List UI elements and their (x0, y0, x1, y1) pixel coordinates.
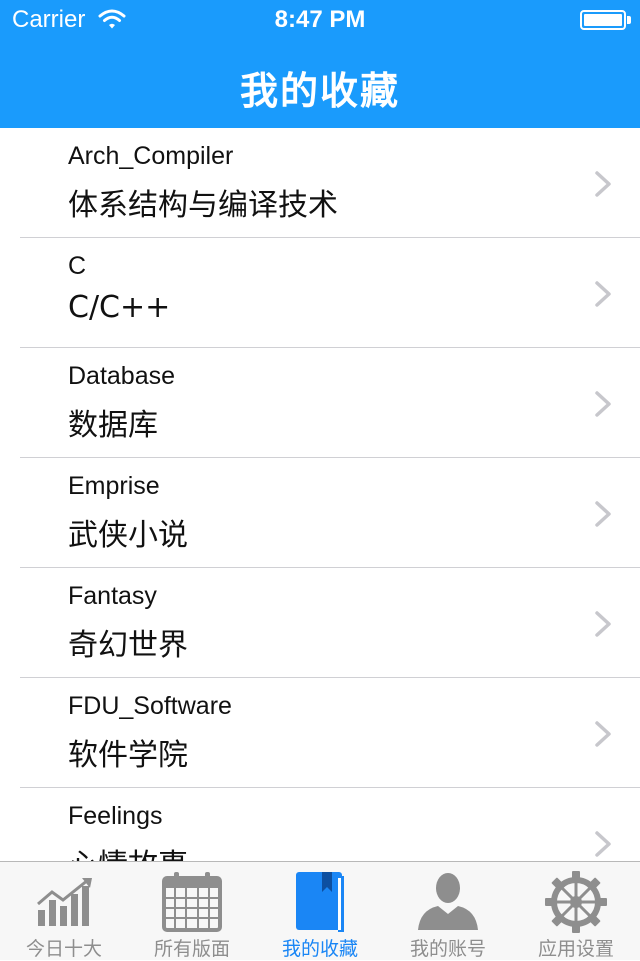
tab-bar: 今日十大 所有版面 我的收藏 我的账号 应用设置 (0, 861, 640, 960)
chevron-right-icon (595, 831, 611, 857)
board-chinese-name: 软件学院 (68, 738, 188, 773)
board-english-name: Feelings (68, 802, 163, 830)
tab-label: 应用设置 (537, 938, 614, 960)
header: Carrier 8:47 PM 我的收藏 (0, 0, 640, 128)
status-bar: Carrier 8:47 PM (0, 0, 640, 40)
tab-all-boards[interactable]: 所有版面 (128, 862, 256, 961)
list-item[interactable]: Emprise 武侠小说 (0, 458, 640, 568)
tab-my-favorites[interactable]: 我的收藏 (256, 862, 384, 961)
chevron-right-icon (595, 281, 611, 307)
board-english-name: Arch_Compiler (68, 142, 234, 170)
board-english-name: FDU_Software (68, 692, 232, 720)
book-icon (296, 872, 344, 932)
chart-icon (37, 878, 92, 926)
tab-label: 我的收藏 (281, 938, 358, 960)
tab-app-settings[interactable]: 应用设置 (512, 862, 640, 961)
chevron-right-icon (595, 171, 611, 197)
board-english-name: C (68, 252, 87, 280)
tab-top-ten[interactable]: 今日十大 (0, 862, 128, 961)
page-title: 我的收藏 (239, 69, 400, 113)
favorites-list[interactable]: Arch_Compiler 体系结构与编译技术 C C/C++ Database… (0, 128, 640, 861)
list-item[interactable]: Database 数据库 (0, 348, 640, 458)
board-english-name: Database (68, 362, 176, 390)
board-chinese-name: 奇幻世界 (68, 628, 188, 663)
person-icon (418, 873, 478, 930)
calendar-icon (162, 872, 222, 932)
chevron-right-icon (595, 721, 611, 747)
board-english-name: Fantasy (68, 582, 157, 610)
battery-tip (627, 16, 631, 24)
board-chinese-name: 武侠小说 (68, 518, 188, 553)
tab-label: 所有版面 (153, 938, 230, 960)
board-english-name: Emprise (68, 472, 160, 500)
list-item[interactable]: C C/C++ (0, 238, 640, 348)
list-item[interactable]: FDU_Software 软件学院 (0, 678, 640, 788)
chevron-right-icon (595, 391, 611, 417)
board-chinese-name: 体系结构与编译技术 (68, 188, 338, 223)
board-chinese-name: 心情故事 (68, 840, 188, 861)
chevron-right-icon (595, 501, 611, 527)
chevron-right-icon (595, 611, 611, 637)
list-item[interactable]: Arch_Compiler 体系结构与编译技术 (0, 128, 640, 238)
status-time: 8:47 PM (274, 6, 366, 33)
tab-label: 今日十大 (25, 938, 102, 960)
tab-label: 我的账号 (409, 938, 486, 960)
tab-my-account[interactable]: 我的账号 (384, 862, 512, 961)
board-chinese-name: C/C++ (68, 290, 171, 325)
list-item[interactable]: Feelings 心情故事 (0, 788, 640, 861)
list-item[interactable]: Fantasy 奇幻世界 (0, 568, 640, 678)
battery-icon (580, 10, 626, 30)
board-chinese-name: 数据库 (68, 408, 158, 443)
gear-icon (545, 871, 607, 933)
